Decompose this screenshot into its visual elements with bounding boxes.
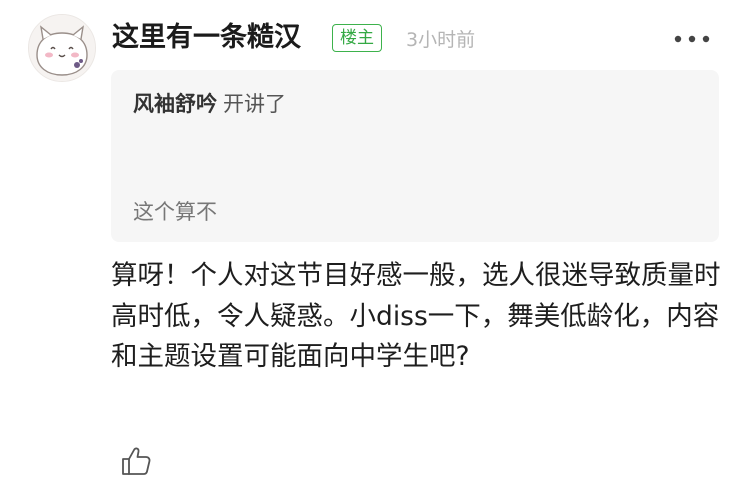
avatar[interactable]	[28, 14, 96, 82]
quote-snippet: 这个算不	[133, 200, 217, 224]
comment-body: 算呀！个人对这节目好感一般，选人很迷导致质量时高时低，令人疑惑。小diss一下，…	[111, 260, 721, 372]
like-button[interactable]	[119, 444, 153, 478]
quote-header: 风袖舒吟 开讲了	[133, 88, 286, 120]
more-button[interactable]	[670, 28, 714, 50]
quote-author: 风袖舒吟	[133, 92, 217, 116]
more-dots-icon	[674, 35, 710, 43]
timestamp: 3小时前	[406, 29, 476, 51]
quoted-post[interactable]: 风袖舒吟 开讲了 这个算不	[111, 70, 719, 242]
cartoon-cat-avatar-icon	[29, 15, 95, 81]
username[interactable]: 这里有一条糙汉	[112, 18, 301, 58]
op-badge: 楼主	[332, 24, 382, 52]
quote-title: 开讲了	[223, 92, 286, 116]
thumbs-up-icon	[122, 447, 151, 475]
